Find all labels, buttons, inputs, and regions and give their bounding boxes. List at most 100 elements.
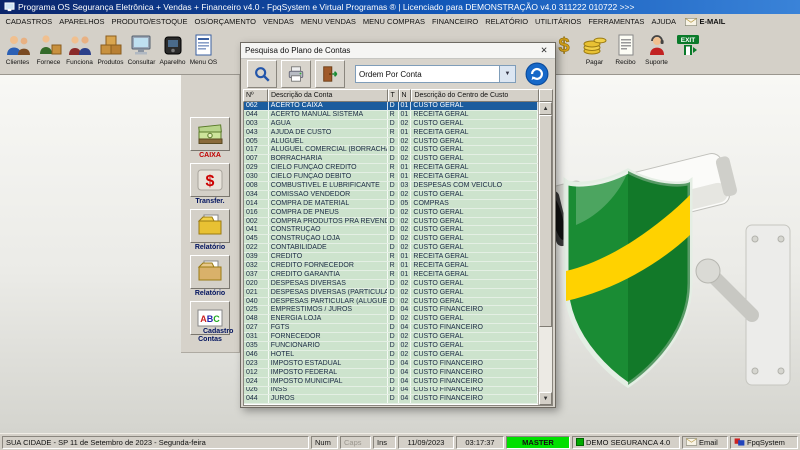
menu-item-os-or-amento[interactable]: OS/ORÇAMENTO <box>191 16 260 27</box>
table-row[interactable]: 026 INSS D 04 CUSTO FINANCEIRO <box>244 386 539 396</box>
cell: 02 <box>399 350 412 359</box>
table-row[interactable]: 044 JUROS D 04 CUSTO FINANCEIRO <box>244 395 539 405</box>
table-row[interactable]: 029 CIELO FUNÇÃO CRÉDITO R 01 RECEITA GERAL <box>244 164 539 174</box>
cell: 02 <box>399 226 412 235</box>
toolbar-button-fornece[interactable]: Fornece <box>33 30 64 66</box>
table-row[interactable]: 062 ACERTO CAIXA D 01 CUSTO GERAL <box>244 102 539 111</box>
dialog-close-button[interactable]: ✕ <box>537 45 551 56</box>
vertical-scrollbar[interactable]: ▲ ▼ <box>538 102 552 405</box>
scroll-up-button[interactable]: ▲ <box>539 102 552 115</box>
status-email[interactable]: Email <box>682 435 728 449</box>
table-row[interactable]: 035 FUNCIONARIO D 02 CUSTO GERAL <box>244 342 539 351</box>
cell: 04 <box>399 306 412 315</box>
cell: JUROS <box>269 395 388 404</box>
table-row[interactable]: 023 IMPOSTO ESTADUAL D 04 CUSTO FINANCEIRO <box>244 359 539 369</box>
refresh-button[interactable] <box>525 62 549 86</box>
menu-item-produto-estoque[interactable]: PRODUTO/ESTOQUE <box>108 16 191 27</box>
search-button[interactable] <box>247 60 277 88</box>
cell: R <box>388 128 399 137</box>
menu-item-menu-compras[interactable]: MENU COMPRAS <box>359 16 428 27</box>
table-row[interactable]: 017ALUGUEL COMERCIAL (BORRACHARIA)D02CUS… <box>244 146 539 156</box>
dialog-titlebar[interactable]: Pesquisa do Plano de Contas ✕ <box>241 43 555 59</box>
cell: 02 <box>399 279 412 288</box>
table-row[interactable]: 040DESPESAS PARTICULAR (ALUGUEL CASA)D02… <box>244 297 539 307</box>
table-row[interactable]: 003 ÁGUA D 02 CUSTO GERAL <box>244 119 539 129</box>
toolbar-button-consultar[interactable]: Consultar <box>126 30 157 66</box>
column-header-3[interactable]: N <box>398 89 412 102</box>
table-row[interactable]: 044 ACERTO MANUAL SISTEMA R 01 RECEITA GERAL <box>244 110 539 120</box>
scrollbar-thumb[interactable] <box>539 115 552 327</box>
table-row[interactable]: 021 DESPESAS DIVERSAS (PARTICULAR) D 02 CUST… <box>244 288 539 298</box>
sidebar-button-transfer-[interactable]: $ <box>190 163 230 197</box>
menu-item-ajuda[interactable]: AJUDA <box>648 16 680 27</box>
status-num-lock: Num <box>311 435 338 449</box>
table-row[interactable]: 014 COMPRA DE MATERIAL D 05 COMPRAS <box>244 199 539 209</box>
scroll-down-button[interactable]: ▼ <box>539 392 552 405</box>
statusbar: SUA CIDADE - SP 11 de Setembro de 2023 -… <box>0 433 800 450</box>
fpq-logo-icon <box>734 438 745 446</box>
table-row[interactable]: 043 AJUDA DE CUSTO R 01 RECEITA GERAL <box>244 128 539 138</box>
menu-item-utilit-rios[interactable]: UTILITÁRIOS <box>532 16 585 27</box>
table-row[interactable]: 025 EMPRÉSTIMOS / JUROS D 04 CUSTO FINANCEIR… <box>244 306 539 316</box>
column-header-4[interactable]: Descrição do Centro de Custo <box>411 89 540 102</box>
cell: D <box>388 146 399 155</box>
toolbar-button-suporte[interactable]: Suporte <box>641 30 672 66</box>
table-row[interactable]: 027 FGTS D 04 CUSTO FINANCEIRO <box>244 324 539 334</box>
table-row[interactable]: 034 COMISSÃO VENDEDOR D 02 CUSTO GERAL <box>244 190 539 200</box>
table-row[interactable]: 002 COMPRA PRODUTOS PRA REVENDA D 02 CUSTO G… <box>244 217 539 227</box>
table-row[interactable]: 008 COMBUSTÍVEL E LUBRIFICANTE D 03 DESPESAS… <box>244 182 539 191</box>
table-row[interactable]: 041 CONSTRUÇÃO D 02 CUSTO GERAL <box>244 226 539 236</box>
sidebar-button-relat-rio[interactable] <box>190 209 230 243</box>
toolbar-button-funciona[interactable]: Funciona <box>64 30 95 66</box>
menu-item-financeiro[interactable]: FINANCEIRO <box>428 16 481 27</box>
table-row[interactable]: 030 CIELO FUNÇÃO DÉBITO R 01 RECEITA GERAL <box>244 173 539 183</box>
column-header-0[interactable]: Nº <box>243 89 268 102</box>
toolbar-button-aparelho[interactable]: Aparelho <box>157 30 188 66</box>
column-header-1[interactable]: Descrição da Conta <box>267 89 388 102</box>
email-menu-item[interactable]: E-MAIL <box>684 17 725 26</box>
receipt-icon <box>613 32 639 58</box>
sidebar-item-label: Relatório <box>194 244 226 251</box>
menu-item-ferramentas[interactable]: FERRAMENTAS <box>585 16 648 27</box>
cell: CUSTO FINANCEIRO <box>411 359 539 368</box>
table-row[interactable]: 039 CRÉDITO R 01 RECEITA GERAL <box>244 253 539 263</box>
table-row[interactable]: 048 ENERGIA LOJA D 02 CUSTO GERAL <box>244 315 539 325</box>
cell: ACERTO CAIXA <box>269 102 388 110</box>
toolbar-button-recibo[interactable]: Recibo <box>610 30 641 66</box>
menu-item-cadastros[interactable]: CADASTROS <box>2 16 56 27</box>
table-row[interactable]: 022 CONTABILIDADE D 02 CUSTO GERAL <box>244 244 539 254</box>
table-row[interactable]: 024 IMPOSTO MUNICIPAL D 04 CUSTO FINANCEIRO <box>244 377 539 387</box>
menu-item-aparelhos[interactable]: APARELHOS <box>56 16 108 27</box>
table-row[interactable]: 005 ALUGUEL D 02 CUSTO GERAL <box>244 137 539 147</box>
menu-item-menu-vendas[interactable]: MENU VENDAS <box>297 16 359 27</box>
toolbar-button-produtos[interactable]: Produtos <box>95 30 126 66</box>
table-row[interactable]: 007 BORRACHARIA D 02 CUSTO GERAL <box>244 155 539 165</box>
toolbar-button-exit-icon[interactable]: EXIT <box>672 30 703 59</box>
exit-dialog-button[interactable] <box>315 60 345 88</box>
toolbar-button-pagar[interactable]: Pagar <box>579 30 610 66</box>
print-button[interactable] <box>281 60 311 88</box>
table-row[interactable]: 016 COMPRA DE PNEUS D 02 CUSTO GERAL <box>244 208 539 218</box>
order-combobox[interactable]: Ordem Por Conta ▼ <box>355 65 516 83</box>
table-row[interactable]: 046 HOTEL D 02 CUSTO GERAL <box>244 350 539 360</box>
cell: RECEITA GERAL <box>411 128 539 137</box>
sidebar-button-caixa[interactable] <box>190 117 230 151</box>
sidebar-button-relat-rio[interactable] <box>190 255 230 289</box>
toolbar-button-clientes[interactable]: Clientes <box>2 30 33 66</box>
table-row[interactable]: 020 DESPESAS DIVERSAS D 02 CUSTO GERAL <box>244 279 539 289</box>
chevron-down-icon[interactable]: ▼ <box>499 66 515 82</box>
table-row[interactable]: 031 FORNECEDOR D 02 CUSTO GERAL <box>244 333 539 343</box>
column-header-2[interactable]: T <box>387 89 399 102</box>
table-row[interactable]: 045 CONSTRUÇÃO LOJA D 02 CUSTO GERAL <box>244 235 539 245</box>
green-dot-icon <box>576 438 584 446</box>
table-row[interactable]: 037 CRÉDITO GARANTIA R 01 RECEITA GERAL <box>244 270 539 280</box>
menu-item-vendas[interactable]: VENDAS <box>260 16 298 27</box>
cell: D <box>388 182 399 190</box>
cell: D <box>388 306 399 315</box>
scrollbar-track[interactable] <box>539 115 552 392</box>
cell: 01 <box>399 128 412 137</box>
table-row[interactable]: 032 CRÉDITO FORNECEDOR R 01 RECEITA GERAL <box>244 262 539 271</box>
toolbar-button-menu-os[interactable]: Menu OS <box>188 30 219 66</box>
menu-item-relat-rio[interactable]: RELATÓRIO <box>482 16 532 27</box>
table-row[interactable]: 012 IMPOSTO FEDERAL D 04 CUSTO FINANCEIRO <box>244 368 539 378</box>
